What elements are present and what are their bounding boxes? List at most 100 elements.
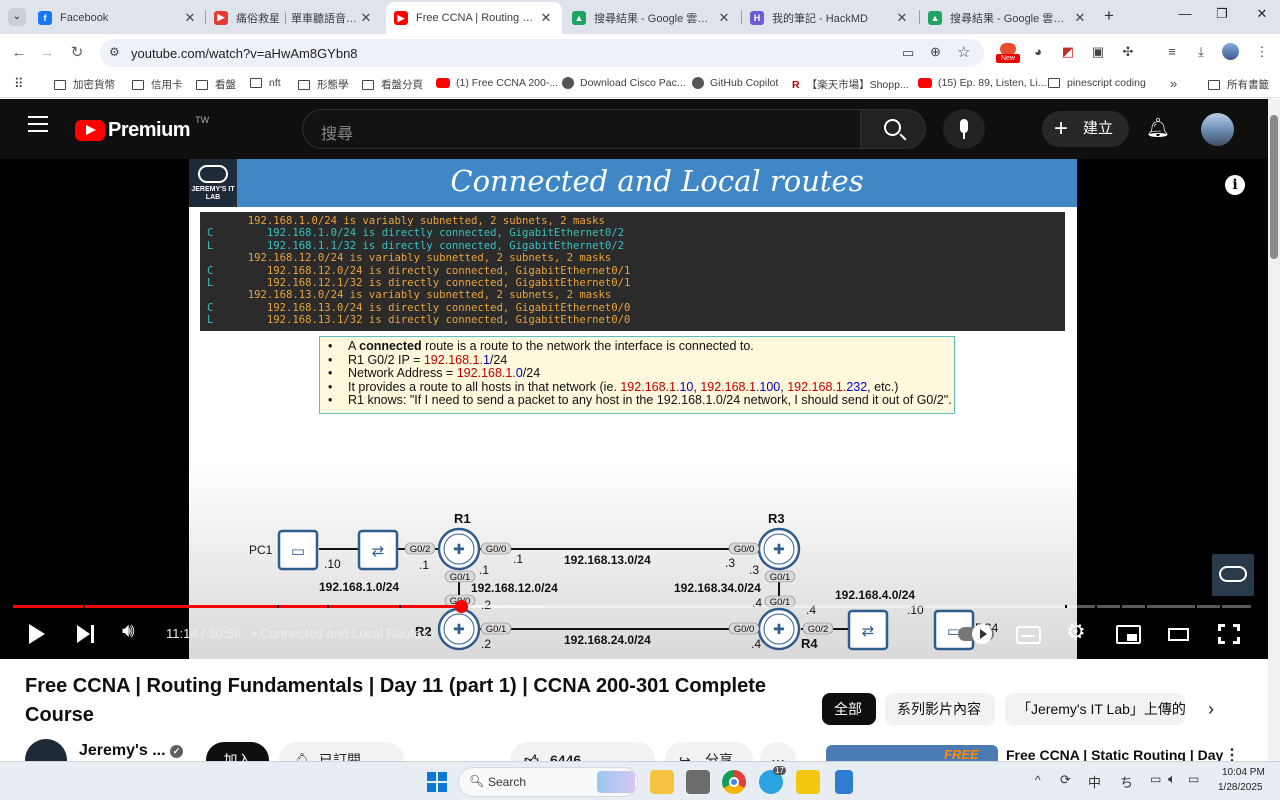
clock-date[interactable]: 1/28/2025: [1218, 782, 1263, 793]
interface-label: G0/1: [764, 570, 796, 583]
search-button[interactable]: [860, 109, 926, 149]
reload-icon[interactable]: ↻: [66, 42, 88, 64]
miniplayer-icon[interactable]: [1116, 625, 1141, 644]
topology-label: 192.168.34.0/24: [674, 581, 761, 595]
telegram-icon[interactable]: 17: [759, 766, 786, 794]
close-tab-icon[interactable]: ✕: [1072, 10, 1088, 26]
network-icon[interactable]: ▭: [1150, 772, 1161, 786]
close-tab-icon[interactable]: ✕: [716, 10, 732, 26]
close-tab-icon[interactable]: ✕: [894, 10, 910, 26]
profile-avatar[interactable]: [1220, 42, 1240, 62]
apps-grid-icon[interactable]: ⠿: [14, 76, 24, 92]
settings-gear-icon[interactable]: ⚙: [1066, 619, 1086, 645]
browser-tab[interactable]: f Facebook ✕: [30, 4, 206, 31]
channel-name[interactable]: Jeremy's ... ✓: [79, 742, 183, 760]
bookmark-item[interactable]: nft: [250, 77, 281, 89]
verified-badge-icon: ✓: [169, 745, 183, 758]
theater-mode-icon[interactable]: [1168, 628, 1189, 641]
chrome-icon[interactable]: [722, 770, 746, 794]
app-icon-5[interactable]: [796, 770, 820, 794]
forward-icon[interactable]: →: [36, 42, 58, 64]
play-button[interactable]: [26, 623, 48, 645]
browser-menu-icon[interactable]: ⋮: [1252, 42, 1272, 62]
youtube-premium-logo[interactable]: Premium TW: [75, 115, 209, 143]
autoplay-toggle[interactable]: [958, 624, 994, 644]
info-icon[interactable]: i: [1225, 175, 1245, 195]
extension-new-icon[interactable]: New: [996, 42, 1020, 63]
browser-tab[interactable]: ▲ 搜尋結果 - Google 雲端硬 ✕: [920, 4, 1096, 31]
volume-icon[interactable]: 🔊︎: [122, 620, 135, 643]
svg-text:▭: ▭: [291, 542, 305, 560]
search-input[interactable]: 搜尋: [302, 109, 860, 149]
subtitles-icon[interactable]: [1016, 626, 1041, 644]
browser-tab[interactable]: ▶ Free CCNA | Routing Fund ✕: [386, 2, 562, 34]
ime-indicator[interactable]: 中: [1088, 772, 1101, 791]
bookmarks-overflow-chevron[interactable]: »: [1170, 76, 1177, 91]
create-button[interactable]: + 建立: [1042, 111, 1129, 147]
chips-next-chevron[interactable]: ›: [1208, 699, 1214, 720]
back-icon[interactable]: ←: [8, 42, 30, 64]
channel-watermark[interactable]: [1212, 554, 1254, 596]
start-button[interactable]: [427, 772, 447, 792]
extension-icon-4[interactable]: ▣: [1088, 42, 1108, 62]
filter-chip[interactable]: 「Jeremy's IT Lab」上傳的: [1005, 693, 1185, 725]
speaker-icon[interactable]: 🔈︎: [1168, 771, 1176, 787]
host-octet-label: .3: [749, 563, 759, 577]
tray-overflow-icon[interactable]: ^: [1035, 773, 1041, 787]
bookmark-item[interactable]: (1) Free CCNA 200-...: [436, 77, 558, 89]
clock-time[interactable]: 10:04 PM: [1222, 767, 1265, 778]
bookmark-item[interactable]: 加密貨幣: [54, 77, 115, 92]
bookmark-item[interactable]: 看盤: [196, 77, 236, 92]
zoom-icon[interactable]: ⊕: [930, 44, 941, 60]
close-window-button[interactable]: ✕: [1240, 6, 1280, 28]
page-scrollbar[interactable]: [1268, 99, 1280, 761]
site-info-icon[interactable]: ⚙: [109, 45, 120, 59]
browser-tab[interactable]: ▲ 搜尋結果 - Google 雲端硬 ✕: [564, 4, 740, 31]
chapter-title[interactable]: • Connected and Local Routes ›: [252, 626, 436, 641]
address-bar[interactable]: ⚙ youtube.com/watch?v=aHwAm8GYbn8 ▭ ⊕ ☆: [100, 39, 984, 67]
reading-list-icon[interactable]: ≡: [1162, 42, 1182, 62]
install-app-icon[interactable]: ▭: [902, 45, 914, 61]
browser-tab[interactable]: H 我的筆記 - HackMD ✕: [742, 4, 918, 31]
bookmark-item[interactable]: pinescript coding: [1048, 77, 1146, 89]
folder-icon: [362, 79, 374, 90]
new-tab-button[interactable]: +: [1100, 6, 1118, 26]
bookmark-item[interactable]: GitHub Copilot: [692, 77, 778, 89]
taskbar-search-box[interactable]: 🔍︎ Search: [458, 767, 638, 797]
tray-input-icon[interactable]: ち: [1120, 772, 1133, 791]
next-button[interactable]: [76, 624, 98, 644]
extensions-puzzle-icon[interactable]: ✣: [1118, 42, 1138, 62]
file-explorer-icon[interactable]: [650, 770, 674, 794]
bookmark-star-icon[interactable]: ☆: [957, 43, 970, 61]
bookmark-item[interactable]: Download Cisco Pac...: [562, 77, 686, 89]
tray-sync-icon[interactable]: ⟳: [1060, 772, 1071, 788]
scrollbar-thumb[interactable]: [1270, 115, 1278, 259]
maximize-button[interactable]: ❐: [1200, 6, 1244, 28]
voice-search-button[interactable]: [943, 109, 985, 149]
bookmark-item[interactable]: 看盤分頁: [362, 77, 423, 92]
browser-tab[interactable]: ▶ 痛俗救星｜單車聽語音（d ✕: [206, 4, 382, 31]
router-icon: ✚: [437, 607, 481, 651]
close-tab-icon[interactable]: ✕: [358, 10, 374, 26]
close-tab-icon[interactable]: ✕: [538, 10, 554, 26]
all-bookmarks-folder[interactable]: 所有書籤: [1208, 77, 1269, 92]
extension-icon-3[interactable]: ◩: [1058, 42, 1078, 62]
close-tab-icon[interactable]: ✕: [182, 10, 198, 26]
bookmark-item[interactable]: (15) Ep. 89, Listen, Li...: [918, 77, 1047, 89]
app-icon-6[interactable]: [835, 770, 853, 794]
bookmark-item[interactable]: 信用卡: [132, 77, 183, 92]
download-icon[interactable]: ⤓: [1191, 42, 1211, 62]
bookmark-item[interactable]: 形態學: [298, 77, 349, 92]
bookmark-item[interactable]: R 【楽天市場】Shopp...: [792, 77, 909, 92]
filter-chip[interactable]: 系列影片內容: [885, 693, 995, 725]
account-avatar[interactable]: [1201, 113, 1234, 146]
battery-icon[interactable]: ▭: [1188, 772, 1199, 786]
svg-text:G0/2: G0/2: [410, 544, 431, 555]
notifications-bell-icon[interactable]: 🔔︎: [1146, 116, 1170, 140]
extension-icon-2[interactable]: ◕: [1028, 42, 1048, 62]
tab-search-button[interactable]: ⌄: [8, 8, 26, 26]
hamburger-menu-icon[interactable]: [28, 116, 48, 132]
filter-chip[interactable]: 全部: [822, 693, 876, 725]
fullscreen-icon[interactable]: [1218, 624, 1240, 644]
app-icon-2[interactable]: [686, 770, 710, 794]
